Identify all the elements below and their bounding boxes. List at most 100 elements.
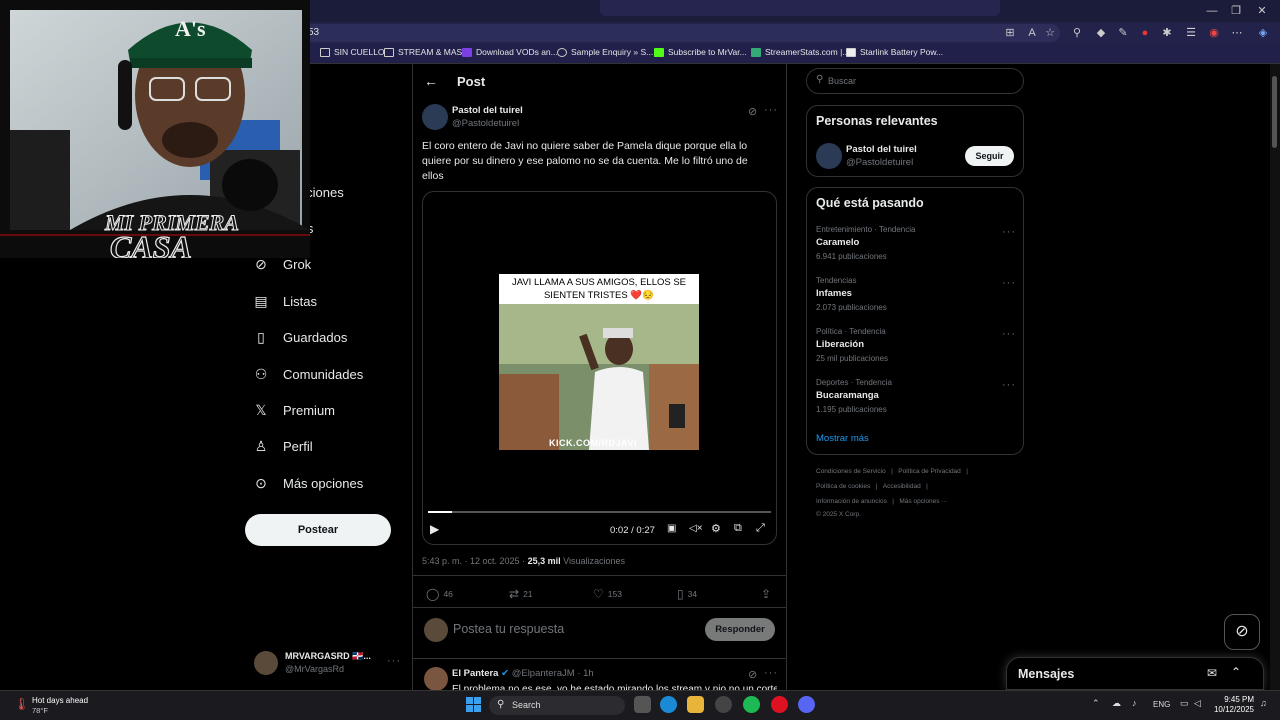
minimize-icon[interactable]: — <box>1204 3 1220 19</box>
reply-author-name[interactable]: El Pantera <box>452 668 498 679</box>
tab-strip[interactable] <box>600 0 1000 16</box>
more-icon[interactable]: ··· <box>1002 379 1016 391</box>
footer-link[interactable]: Información de anuncios <box>816 498 887 505</box>
mute-icon[interactable]: ◁× <box>689 523 703 534</box>
nav-communities[interactable]: ⚇ Comunidades <box>253 366 364 382</box>
messages-drawer[interactable]: Mensajes ✉ ⌃ <box>1006 657 1264 690</box>
extension-icon[interactable]: ✎ <box>1116 26 1130 40</box>
account-more-icon[interactable]: ··· <box>387 655 401 667</box>
pip-icon[interactable]: ⧉ <box>734 522 742 535</box>
profile-avatar-icon[interactable]: ◉ <box>1207 26 1221 40</box>
close-icon[interactable]: ✕ <box>1254 3 1270 19</box>
avatar[interactable] <box>422 104 448 130</box>
spotify-icon[interactable] <box>743 696 760 713</box>
read-aloud-icon[interactable]: A <box>1025 26 1039 40</box>
more-icon[interactable]: ··· <box>764 667 778 679</box>
task-view-icon[interactable] <box>634 696 651 713</box>
footer-link[interactable]: Condiciones de Servicio <box>816 468 886 475</box>
trend-item[interactable]: Tendencias Infames 2.073 publicaciones <box>816 276 887 312</box>
bookmark-item[interactable]: Starlink Battery Pow... <box>846 47 943 57</box>
microphone-icon[interactable]: ♪ <box>1132 698 1137 708</box>
nav-bookmarks[interactable]: ▯ Guardados <box>253 329 347 345</box>
trend-item[interactable]: Política · Tendencia Liberación 25 mil pub… <box>816 327 888 363</box>
video-progress-track[interactable] <box>428 511 771 513</box>
copilot-icon[interactable]: ◈ <box>1256 26 1270 40</box>
settings-gear-icon[interactable]: ⚙ <box>711 522 721 535</box>
avatar[interactable] <box>424 667 448 691</box>
maximize-icon[interactable]: ❐ <box>1228 3 1244 19</box>
scrollbar[interactable] <box>1270 64 1280 690</box>
follow-button[interactable]: Seguir <box>965 146 1014 166</box>
network-icon[interactable]: ▭ <box>1180 698 1189 709</box>
expand-icon[interactable]: ⌃ <box>1231 665 1241 679</box>
like-button[interactable]: ♡ 153 <box>593 587 622 601</box>
file-explorer-icon[interactable] <box>687 696 704 713</box>
repost-button[interactable]: ⇄ 21 <box>509 587 533 601</box>
discord-icon[interactable] <box>798 696 815 713</box>
more-icon[interactable]: ··· <box>1002 328 1016 340</box>
more-icon[interactable]: ··· <box>1002 277 1016 289</box>
windows-start-icon[interactable] <box>466 697 481 712</box>
nav-profile[interactable]: ♙ Perfil <box>253 438 313 454</box>
nav-lists[interactable]: ▤ Listas <box>253 293 317 309</box>
volume-icon[interactable]: ◁ <box>1194 698 1201 709</box>
share-button[interactable]: ⇪ <box>761 587 771 601</box>
relevant-handle[interactable]: @Pastoldetuirel <box>846 157 913 168</box>
extension-icon[interactable]: ⚲ <box>1070 26 1084 40</box>
avatar[interactable] <box>254 651 278 675</box>
bookmark-button[interactable]: ▯ 34 <box>677 587 697 601</box>
bookmark-item[interactable]: Download VODs an... <box>462 47 558 57</box>
reply-author-handle[interactable]: @ElpanteraJM <box>512 668 575 679</box>
clock-date[interactable]: 10/12/2025 <box>1210 705 1254 714</box>
extension-icon[interactable]: ● <box>1138 26 1152 40</box>
play-icon[interactable]: ▶ <box>430 522 439 536</box>
more-icon[interactable]: ··· <box>764 104 778 116</box>
reply-submit-button[interactable]: Responder <box>705 618 775 641</box>
back-arrow-icon[interactable]: ← <box>424 73 438 89</box>
taskbar-search[interactable]: ⚲ Search <box>489 696 625 715</box>
cloud-icon[interactable]: ☁ <box>1112 698 1121 709</box>
extension-icon[interactable]: ◆ <box>1094 26 1108 40</box>
bookmark-item[interactable]: Subscribe to MrVar... <box>654 47 747 57</box>
scrollbar-thumb[interactable] <box>1272 76 1277 148</box>
nav-more[interactable]: ⊙ Más opciones <box>253 475 363 491</box>
bookmark-item[interactable]: StreamerStats.com |... <box>751 47 849 57</box>
new-message-icon[interactable]: ✉ <box>1207 666 1217 680</box>
grok-icon[interactable]: ⊘ <box>748 668 757 681</box>
reply-input[interactable]: Postea tu respuesta <box>453 622 564 636</box>
captions-icon[interactable]: ▣ <box>667 523 676 534</box>
search-input[interactable]: ⚲ Buscar <box>806 68 1024 94</box>
weather-icon[interactable]: 🌡 <box>14 697 29 711</box>
bookmark-item[interactable]: SIN CUELLO <box>320 47 385 57</box>
trend-item[interactable]: Deportes · Tendencia Bucaramanga 1.195 pub… <box>816 378 892 414</box>
avatar[interactable] <box>816 143 842 169</box>
notification-bell-icon[interactable]: ♫ <box>1260 698 1267 708</box>
weather-title[interactable]: Hot days ahead <box>32 696 88 705</box>
obs-icon[interactable] <box>715 696 732 713</box>
relevant-name[interactable]: Pastol del tuirel <box>846 144 917 155</box>
show-more-link[interactable]: Mostrar más <box>816 433 869 444</box>
more-icon[interactable]: ··· <box>1002 226 1016 238</box>
more-menu-icon[interactable]: ⋯ <box>1230 26 1244 40</box>
reply-button[interactable]: ◯ 46 <box>426 587 453 601</box>
footer-link[interactable]: Más opciones ··· <box>899 498 947 505</box>
post-button[interactable]: Postear <box>245 514 391 546</box>
apps-icon[interactable]: ⊞ <box>1003 26 1017 40</box>
edge-icon[interactable] <box>660 696 677 713</box>
url-field[interactable]: 53 <box>300 24 1060 42</box>
language-indicator[interactable]: ENG <box>1153 700 1170 709</box>
extensions-puzzle-icon[interactable]: ✱ <box>1160 26 1174 40</box>
nav-grok[interactable]: ⊘ Grok <box>253 256 311 272</box>
author-name[interactable]: Pastol del tuirel <box>452 105 523 116</box>
opera-icon[interactable] <box>771 696 788 713</box>
favorites-icon[interactable]: ☰ <box>1184 26 1198 40</box>
nav-premium[interactable]: 𝕏 Premium <box>253 402 335 418</box>
favorite-star-icon[interactable]: ☆ <box>1043 26 1057 40</box>
author-handle[interactable]: @Pastoldetuirel <box>452 118 519 129</box>
footer-link[interactable]: Política de cookies <box>816 483 870 490</box>
grok-icon[interactable]: ⊘ <box>1224 614 1260 650</box>
fullscreen-icon[interactable]: ⤢ <box>756 522 765 535</box>
footer-link[interactable]: Accesibilidad <box>883 483 921 490</box>
tray-chevron-icon[interactable]: ⌃ <box>1092 698 1100 709</box>
footer-link[interactable]: Política de Privacidad <box>898 468 961 475</box>
